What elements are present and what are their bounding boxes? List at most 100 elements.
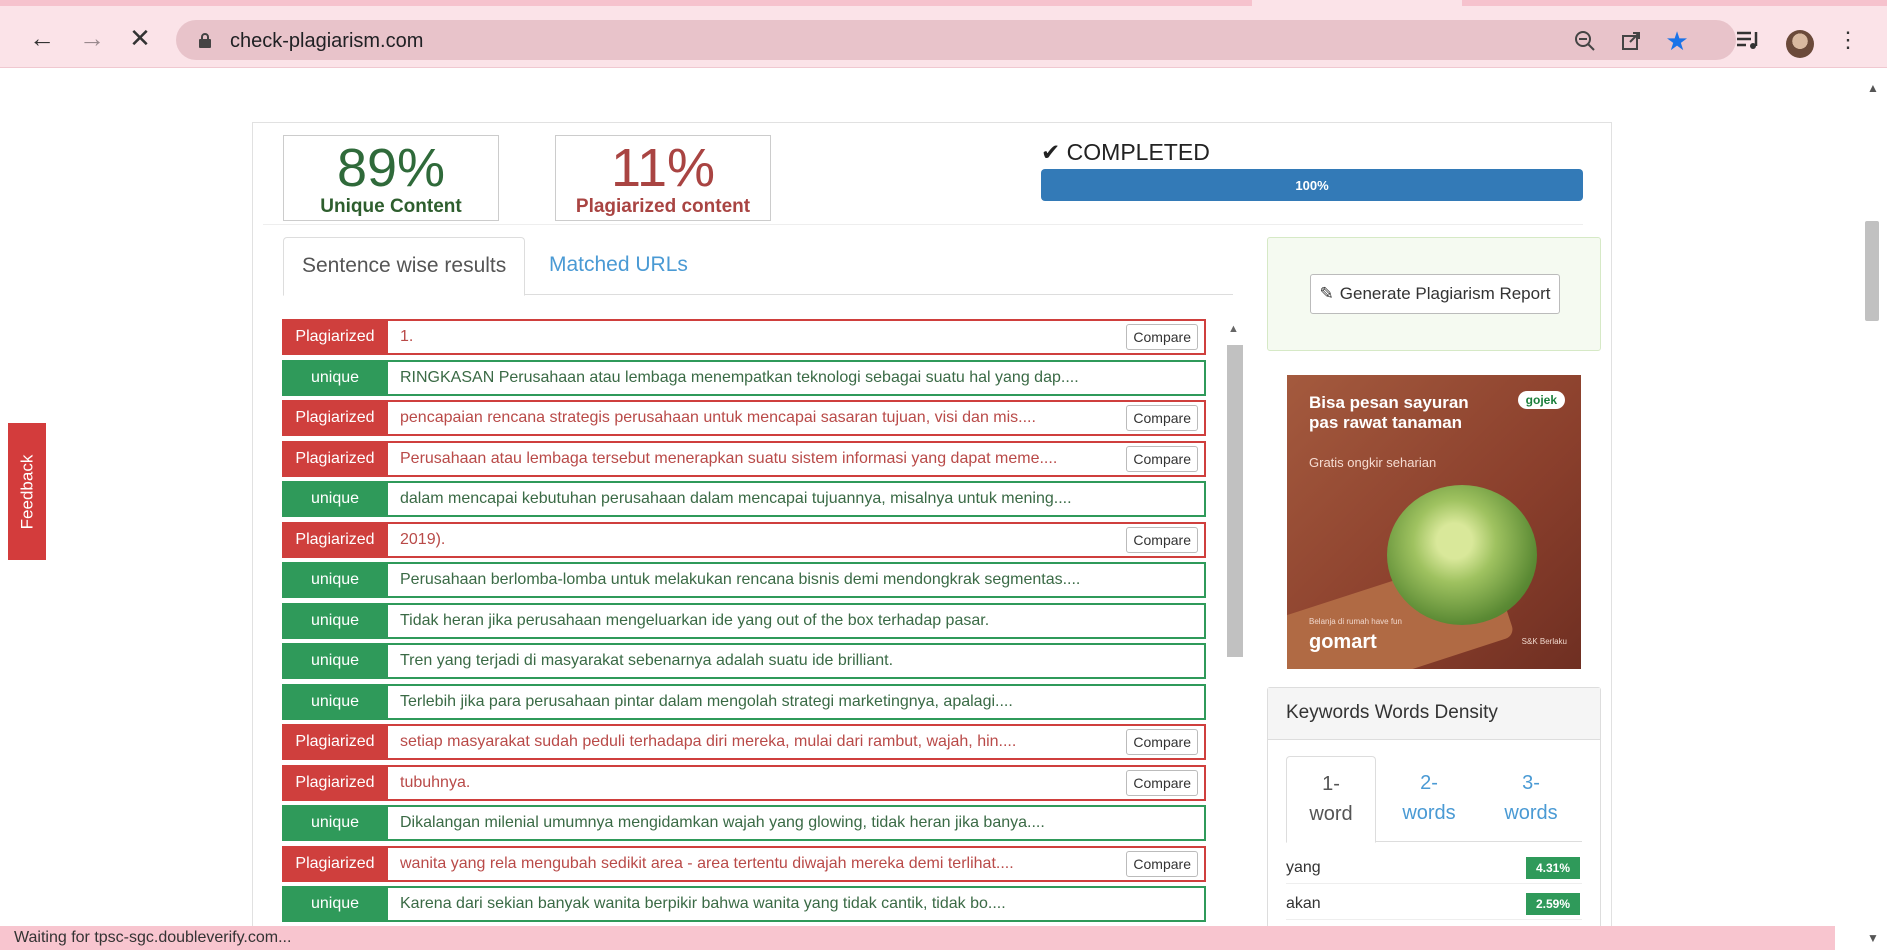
keyword-word: yang <box>1286 859 1321 876</box>
result-row: unique Terlebih jika para perusahaan pint… <box>282 683 1206 720</box>
plagiarized-label: Plagiarized content <box>575 196 751 217</box>
keyword-tabs: 1- word 2- words 3- words <box>1286 756 1582 843</box>
results-scrollbar-thumb[interactable] <box>1227 345 1243 657</box>
stop-loading-button[interactable]: ✕ <box>124 22 156 54</box>
pencil-icon: ✎ <box>1319 284 1334 303</box>
tab-matched-urls[interactable]: Matched URLs <box>531 237 706 296</box>
browser-status-bar: Waiting for tpsc-sgc.doubleverify.com... <box>0 926 1835 950</box>
result-sentence: Terlebih jika para perusahaan pintar dal… <box>388 683 1206 720</box>
result-row: unique Dikalangan milenial umumnya mengid… <box>282 805 1206 841</box>
ad-terms-text: S&K Berlaku <box>1521 637 1567 646</box>
keyword-word: akan <box>1286 895 1321 912</box>
plagiarized-badge: Plagiarized <box>282 845 388 882</box>
ad-brand-badge: gojek <box>1517 391 1565 409</box>
result-row: Plagiarized setiap masyarakat sudah pedul… <box>282 724 1206 760</box>
lock-icon[interactable] <box>198 32 212 48</box>
menu-kebab-icon[interactable]: ⋮ <box>1834 26 1862 54</box>
results-scroll-up-icon[interactable]: ▲ <box>1228 323 1239 335</box>
page-scrollbar[interactable]: ▲ ▼ <box>1857 69 1887 950</box>
plagiarized-percentage: 11% <box>610 138 716 198</box>
plagiarized-content-box: 11% Plagiarized content <box>555 135 771 221</box>
tab-1-word[interactable]: 1- word <box>1286 756 1376 843</box>
compare-button[interactable]: Compare <box>1126 729 1198 755</box>
compare-button[interactable]: Compare <box>1126 405 1198 431</box>
progress-label: 100% <box>1295 177 1329 193</box>
feedback-label[interactable]: Feedback <box>17 454 37 529</box>
unique-percentage: 89% <box>336 138 446 198</box>
completion-status-text: COMPLETED <box>1066 139 1210 165</box>
plagiarized-badge: Plagiarized <box>282 764 388 801</box>
unique-badge: unique <box>282 683 388 720</box>
keyword-density-title: Keywords Words Density <box>1268 688 1600 740</box>
result-sentence: Perusahaan berlomba-lomba untuk melakuka… <box>388 562 1206 598</box>
feedback-tab[interactable]: Feedback <box>8 423 46 560</box>
share-icon[interactable] <box>1618 28 1644 54</box>
url-text[interactable]: check-plagiarism.com <box>230 30 423 53</box>
scroll-up-arrow-icon[interactable]: ▲ <box>1867 81 1879 95</box>
scrollbar-thumb[interactable] <box>1865 221 1879 321</box>
forward-button[interactable]: → <box>76 22 108 54</box>
result-row: unique RINGKASAN Perusahaan atau lembaga … <box>282 359 1206 396</box>
result-row: Plagiarized Perusahaan atau lembaga terse… <box>282 440 1206 477</box>
result-sentence: dalam mencapai kebutuhan perusahaan dala… <box>388 481 1206 517</box>
bookmark-star-icon[interactable]: ★ <box>1664 26 1690 56</box>
keyword-row: akan 2.59% <box>1286 890 1582 920</box>
ad-small-text: Belanja di rumah have fun <box>1309 617 1402 626</box>
ad-cabbage-image <box>1387 485 1537 625</box>
media-queue-icon[interactable] <box>1734 26 1762 54</box>
unique-content-box: 89% Unique Content <box>283 135 499 221</box>
progress-bar: 100% <box>1041 169 1583 201</box>
result-row: Plagiarized tubuhnya. Compare <box>282 764 1206 801</box>
result-row: Plagiarized pencapaian rencana strategis … <box>282 400 1206 436</box>
ad-subtext: Gratis ongkir seharian <box>1309 455 1437 470</box>
report-box: ✎ Generate Plagiarism Report <box>1267 237 1601 351</box>
scroll-down-arrow-icon[interactable]: ▼ <box>1867 931 1879 945</box>
check-icon: ✔ <box>1041 139 1061 165</box>
tab-sentence-wise-results[interactable]: Sentence wise results <box>283 237 526 296</box>
unique-badge: unique <box>282 562 388 598</box>
plagiarized-badge: Plagiarized <box>282 724 388 760</box>
keyword-density-value: 4.31% <box>1525 857 1580 879</box>
zoom-out-icon[interactable] <box>1572 28 1598 54</box>
result-sentence: wanita yang rela mengubah sedikit area -… <box>388 845 1206 882</box>
browser-toolbar: ← → ✕ check-plagiarism.com ★ ⋮ <box>0 6 1887 68</box>
unique-badge: unique <box>282 886 388 922</box>
compare-button[interactable]: Compare <box>1126 850 1198 877</box>
compare-button[interactable]: Compare <box>1126 324 1198 350</box>
result-sentence: Karena dari sekian banyak wanita berpiki… <box>388 886 1206 922</box>
tab-3-words[interactable]: 3- words <box>1486 756 1576 843</box>
tab-2-words-label: 2- words <box>1402 772 1456 824</box>
results-panel: 89% Unique Content 11% Plagiarized conte… <box>252 122 1612 947</box>
results-scrollbar[interactable]: ▲ <box>1223 321 1245 921</box>
result-sentence: Dikalangan milenial umumnya mengidamkan … <box>388 805 1206 841</box>
back-button[interactable]: ← <box>26 22 58 54</box>
unique-badge: unique <box>282 359 388 396</box>
plagiarized-badge: Plagiarized <box>282 440 388 477</box>
profile-avatar[interactable] <box>1786 30 1814 58</box>
unique-badge: unique <box>282 805 388 841</box>
unique-badge: unique <box>282 643 388 679</box>
plagiarized-badge: Plagiarized <box>282 521 388 558</box>
tab-3-words-label: 3- words <box>1504 772 1558 824</box>
generate-report-button[interactable]: ✎ Generate Plagiarism Report <box>1310 274 1560 314</box>
compare-button[interactable]: Compare <box>1126 526 1198 553</box>
keyword-density-value: 2.59% <box>1525 893 1580 915</box>
unique-label: Unique Content <box>320 196 462 217</box>
result-sentence: 2019). <box>388 521 1206 558</box>
unique-badge: unique <box>282 602 388 639</box>
plagiarized-badge: Plagiarized <box>282 400 388 436</box>
compare-button[interactable]: Compare <box>1126 769 1198 796</box>
keyword-density-box: Keywords Words Density 1- word 2- words … <box>1267 687 1601 947</box>
result-row: unique dalam mencapai kebutuhan perusahaa… <box>282 481 1206 517</box>
result-sentence: tubuhnya. <box>388 764 1206 801</box>
result-sentence: Tidak heran jika perusahaan mengeluarkan… <box>388 602 1206 639</box>
ad-brand-logo: gomart <box>1309 631 1377 653</box>
result-row: unique Perusahaan berlomba-lomba untuk me… <box>282 562 1206 598</box>
keyword-row: yang 4.31% <box>1286 854 1582 884</box>
ad-headline: Bisa pesan sayuran pas rawat tanaman <box>1309 393 1469 432</box>
address-bar[interactable]: check-plagiarism.com ★ <box>176 20 1736 60</box>
result-row: Plagiarized 1. Compare <box>282 319 1206 355</box>
tab-2-words[interactable]: 2- words <box>1384 756 1474 843</box>
advertisement-banner[interactable]: Bisa pesan sayuran pas rawat tanaman Gra… <box>1287 375 1581 669</box>
compare-button[interactable]: Compare <box>1126 445 1198 472</box>
